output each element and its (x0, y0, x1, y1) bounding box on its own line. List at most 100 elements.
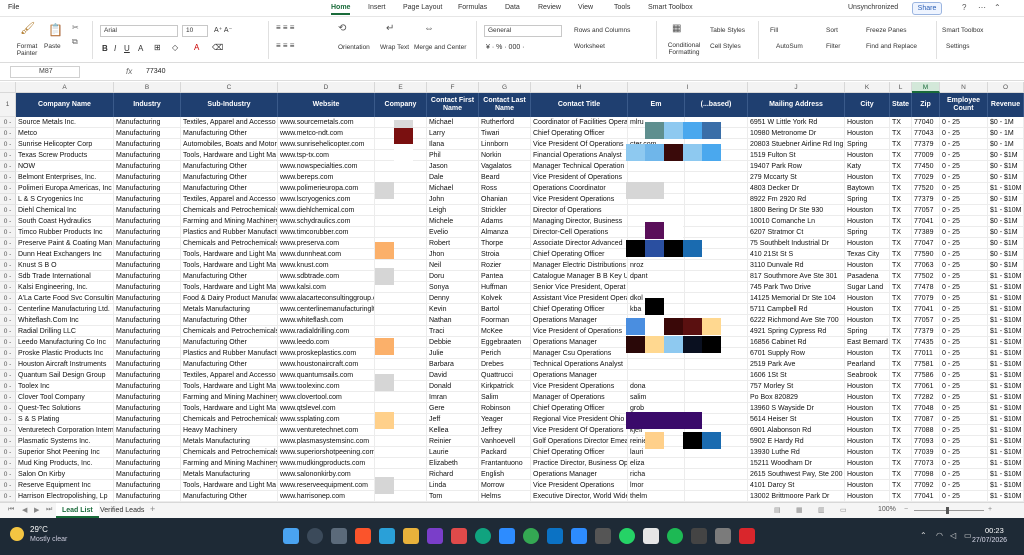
table-cell[interactable]: Manager Technical Operation (531, 161, 628, 172)
table-cell[interactable]: Farming and Mining Machinery (181, 216, 278, 227)
zoom-slider-track[interactable] (914, 510, 984, 511)
table-cell[interactable]: 0 - 25 (940, 491, 988, 502)
table-cell[interactable]: TX (890, 370, 912, 381)
table-cell[interactable]: Golf Operations Director Emea (531, 436, 628, 447)
table-cell[interactable]: McKee (479, 326, 531, 337)
table-cell[interactable]: Vice President of Operations (531, 172, 628, 183)
table-cell[interactable] (685, 260, 748, 271)
row-header[interactable]: 0 - 25 (0, 172, 16, 192)
table-cell[interactable]: www.houstonaircraft.com (278, 359, 375, 370)
table-cell[interactable]: 0 - 25 (940, 172, 988, 183)
column-header[interactable]: J (748, 82, 845, 93)
table-cell[interactable] (685, 172, 748, 183)
row-header[interactable]: 0 - 25 (0, 238, 16, 258)
row-header[interactable]: 0 - 25 (0, 271, 16, 291)
formula-input[interactable]: 77340 (146, 68, 165, 75)
table-cell[interactable] (685, 370, 748, 381)
table-cell[interactable]: Radial Drilling LLC (16, 326, 114, 337)
table-cell[interactable]: Bartol (479, 304, 531, 315)
table-cell[interactable]: Toolex Inc (16, 381, 114, 392)
table-cell[interactable]: Spring (845, 326, 890, 337)
table-cell[interactable] (375, 161, 427, 172)
table-cell[interactable]: 0 - 25 (940, 139, 988, 150)
table-cell[interactable]: Manufacturing (114, 469, 181, 480)
table-cell[interactable]: 0 - 25 (940, 403, 988, 414)
task-view-icon[interactable] (331, 528, 347, 544)
table-cell[interactable]: 77047 (912, 238, 940, 249)
table-cell[interactable]: 77011 (912, 348, 940, 359)
table-cell[interactable]: 77061 (912, 381, 940, 392)
table-cell[interactable]: $1 - $10M (988, 480, 1024, 491)
table-cell[interactable]: Texas City (845, 249, 890, 260)
table-cell[interactable]: 77581 (912, 359, 940, 370)
table-cell[interactable]: www.lscryogenics.com (278, 194, 375, 205)
table-cell[interactable]: Automobiles, Boats and Motor (181, 139, 278, 150)
table-cell[interactable]: 77389 (912, 227, 940, 238)
table-styles-button[interactable]: Table Styles (710, 27, 745, 34)
table-cell[interactable]: 0 - 25 (940, 271, 988, 282)
row-header[interactable]: 0 - 25 (0, 205, 16, 225)
table-cell[interactable]: TX (890, 359, 912, 370)
table-cell[interactable]: Jason (427, 161, 479, 172)
tab-review[interactable]: Review (538, 4, 561, 11)
table-cell[interactable]: Neil (427, 260, 479, 271)
conditional-format-icon[interactable]: ▦ (672, 23, 681, 34)
table-cell[interactable]: www.knust.com (278, 260, 375, 271)
column-header[interactable]: F (427, 82, 479, 93)
row-header[interactable]: 0 - 25 (0, 326, 16, 346)
table-cell[interactable]: www.polimerieuropa.com (278, 183, 375, 194)
table-cell[interactable]: $0 - $1M (988, 161, 1024, 172)
table-cell[interactable]: Houston (845, 480, 890, 491)
column-header[interactable]: K (845, 82, 890, 93)
capcut-icon[interactable] (595, 528, 611, 544)
table-cell[interactable]: Strickler (479, 205, 531, 216)
table-cell[interactable]: 14125 Memorial Dr Ste 104 (748, 293, 845, 304)
table-cell[interactable]: Chief Operating Officer (531, 249, 628, 260)
table-cell[interactable]: Kolvek (479, 293, 531, 304)
name-box[interactable]: M87 (10, 66, 80, 78)
chatgpt-icon[interactable] (475, 528, 491, 544)
table-cell[interactable]: Jhon (427, 249, 479, 260)
table-cell[interactable]: Manufacturing (114, 249, 181, 260)
table-cell[interactable] (628, 359, 685, 370)
sync-status[interactable]: Unsynchronized (848, 4, 898, 11)
table-cell[interactable]: www.alacarteconsultinggroup.c (278, 293, 375, 304)
table-cell[interactable]: Denny (427, 293, 479, 304)
smart-toolbox-button[interactable]: Smart Toolbox (942, 27, 983, 34)
table-cell[interactable]: Texas Screw Products (16, 150, 114, 161)
collapse-icon[interactable]: ⌃ (994, 3, 1001, 12)
merge-icon[interactable]: ⇔ (424, 23, 434, 34)
table-cell[interactable]: Manufacturing (114, 238, 181, 249)
table-cell[interactable]: Perich (479, 348, 531, 359)
table-cell[interactable]: Yeager (479, 414, 531, 425)
table-cell[interactable]: Plastics and Rubber Manufactu (181, 348, 278, 359)
align-top-icon[interactable]: ≡ ≡ ≡ (276, 23, 294, 32)
table-cell[interactable]: www.toolexinc.com (278, 381, 375, 392)
table-cell[interactable]: $1 - $10M (988, 436, 1024, 447)
table-cell[interactable]: 0 - 25 (940, 227, 988, 238)
table-cell[interactable]: $1 - $10M (988, 425, 1024, 436)
table-cell[interactable]: www.quantumsails.com (278, 370, 375, 381)
table-cell[interactable]: Operations Manager (531, 370, 628, 381)
table-cell[interactable]: Operations Manager (531, 337, 628, 348)
table-cell[interactable]: www.schydraulics.com (278, 216, 375, 227)
conditional-formatting-button[interactable]: Conditional Formatting (664, 42, 704, 56)
table-cell[interactable]: 410 21St St S (748, 249, 845, 260)
fx-icon[interactable]: fx (126, 67, 132, 76)
table-cell[interactable] (685, 381, 748, 392)
table-cell[interactable]: Manufacturing (114, 128, 181, 139)
table-cell[interactable]: Manufacturing Other (181, 337, 278, 348)
table-cell[interactable]: Evelio (427, 227, 479, 238)
table-cell[interactable]: Houston (845, 117, 890, 128)
table-cell[interactable]: Venturetech Corporation Intern (16, 425, 114, 436)
table-cell[interactable]: www.proskeplastics.com (278, 348, 375, 359)
table-cell[interactable]: 77088 (912, 425, 940, 436)
font-size-select[interactable]: 10 (182, 25, 208, 37)
table-cell[interactable]: Chemicals and Petrochemicals (181, 326, 278, 337)
table-cell[interactable]: www.dunnheat.com (278, 249, 375, 260)
table-cell[interactable]: Frantantuono (479, 458, 531, 469)
table-cell[interactable]: $1 - $10M (988, 447, 1024, 458)
table-cell[interactable]: TX (890, 469, 912, 480)
table-cell[interactable]: Manufacturing (114, 348, 181, 359)
table-cell[interactable]: Associate Director Advanced (531, 238, 628, 249)
